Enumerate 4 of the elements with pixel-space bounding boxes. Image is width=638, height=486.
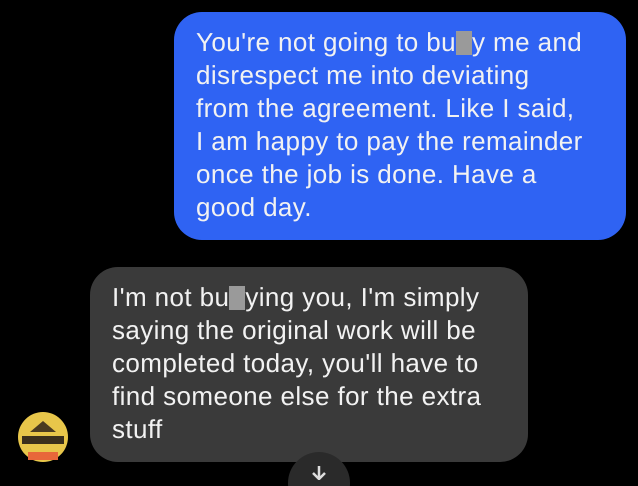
avatar [18,412,68,462]
arrow-down-icon [310,466,328,480]
sent-message: You're not going to bu y me and disrespect me into deviating from the agreement. Like I said, I am happy to pay the remainder once the job is done. Have a good day. [174,12,626,240]
received-message: I'm not bu ying you, I'm simply saying the original work will be completed today, you'll have to find someone else for the extra stuff [90,267,528,462]
